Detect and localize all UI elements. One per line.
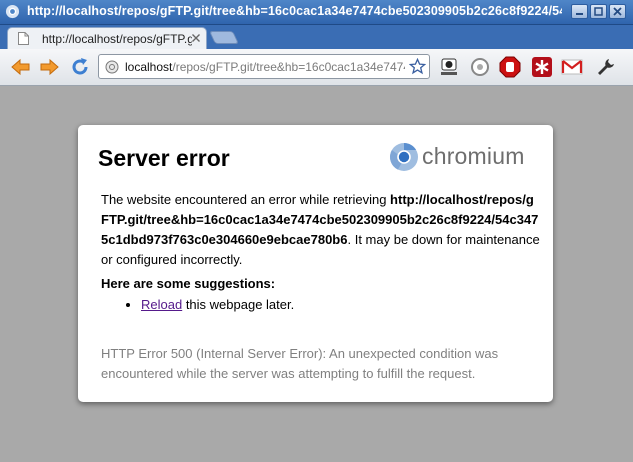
error-description: The website encountered an error while r… (101, 190, 541, 270)
window-title: http://localhost/repos/gFTP.git/tree&hb=… (27, 4, 562, 18)
minimize-button[interactable] (571, 4, 588, 19)
forward-arrow-icon[interactable] (37, 55, 61, 79)
maximize-icon (594, 7, 603, 16)
extension-badge-icon[interactable] (438, 56, 460, 78)
star-icon[interactable] (409, 58, 426, 75)
chromium-wordmark: chromium (422, 143, 525, 169)
reload-link[interactable]: Reload (141, 297, 182, 312)
extension-gear-icon[interactable] (469, 56, 491, 78)
gmail-icon[interactable] (561, 56, 583, 78)
technical-details: HTTP Error 500 (Internal Server Error): … (101, 346, 499, 381)
extension-asterisk-icon[interactable] (531, 56, 553, 78)
url-path: /repos/gFTP.git/tree&hb=16c0cac1a34e7474… (172, 60, 405, 74)
wrench-icon[interactable] (595, 56, 617, 78)
minimize-icon (576, 13, 583, 15)
page-icon (18, 32, 29, 45)
reload-icon[interactable] (68, 55, 92, 79)
suggestions-title: Here are some suggestions: (101, 276, 276, 291)
page-info-icon[interactable] (105, 60, 119, 74)
close-icon (613, 7, 622, 16)
window-titlebar: http://localhost/repos/gFTP.git/tree&hb=… (0, 0, 633, 25)
url-host: localhost (125, 60, 173, 74)
chrome-app-icon (5, 4, 20, 19)
suggestion-item: Reload this webpage later. (141, 297, 294, 312)
error-card: Server error chromium The website encoun… (78, 125, 553, 402)
address-bar[interactable]: localhost/repos/gFTP.git/tree&hb=16c0cac… (98, 54, 430, 79)
adblock-stop-icon[interactable] (499, 56, 521, 78)
browser-toolbar: localhost/repos/gFTP.git/tree&hb=16c0cac… (0, 49, 633, 86)
close-window-button[interactable] (609, 4, 626, 19)
tab-active[interactable]: http://localhost/repos/gFTP.git/tree&hb=… (7, 27, 207, 49)
tab-title: http://localhost/repos/gFTP.git/tree&hb=… (42, 32, 192, 46)
suggestions-list: Reload this webpage later. (101, 297, 294, 312)
reload-suffix: this webpage later. (182, 297, 295, 312)
back-arrow-icon[interactable] (9, 55, 33, 79)
tab-close-icon[interactable] (190, 32, 202, 44)
chromium-logo: chromium (389, 140, 539, 174)
address-text[interactable]: localhost/repos/gFTP.git/tree&hb=16c0cac… (125, 60, 405, 74)
error-intro: The website encountered an error while r… (101, 192, 391, 207)
error-heading: Server error (98, 145, 230, 171)
chromium-logo-icon (390, 143, 418, 171)
maximize-button[interactable] (590, 4, 607, 19)
tab-strip: http://localhost/repos/gFTP.git/tree&hb=… (0, 25, 633, 49)
